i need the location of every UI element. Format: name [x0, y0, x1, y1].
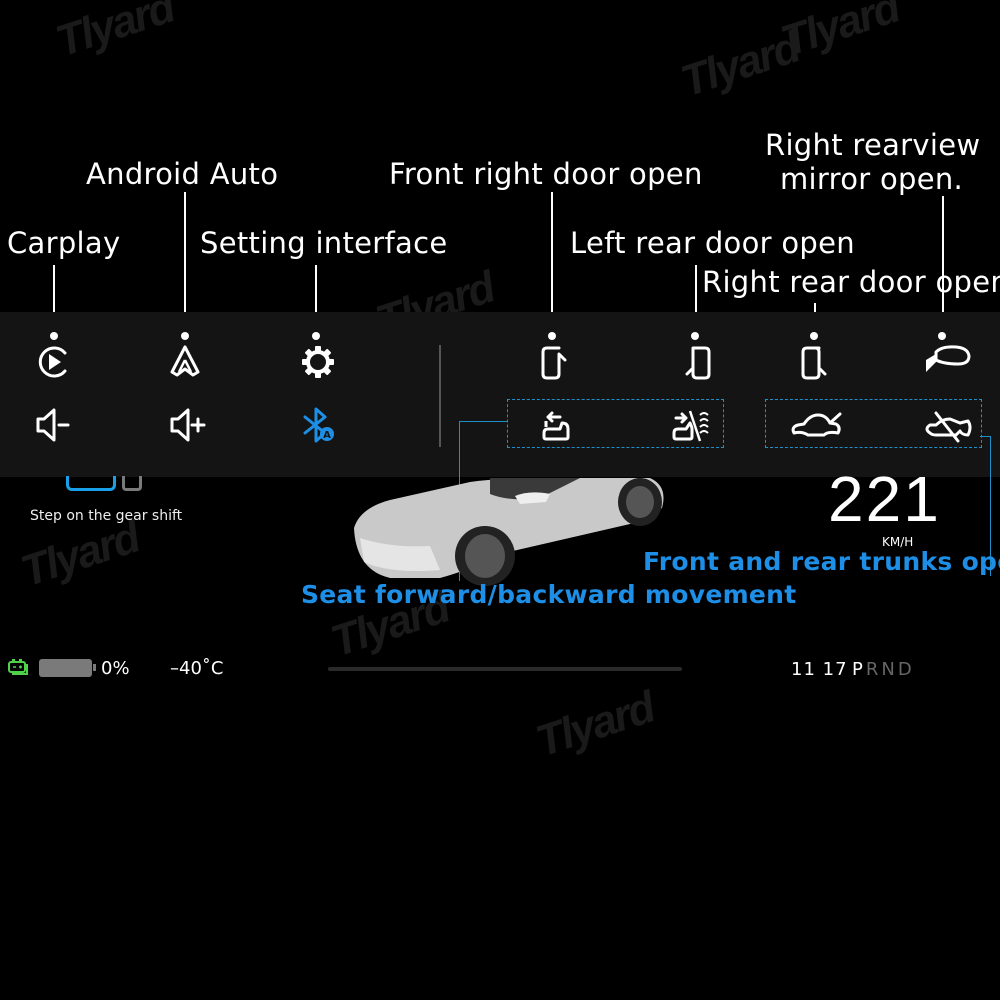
watermark: Tlyard	[775, 0, 905, 67]
gear-d: D	[897, 659, 915, 680]
callout-setting-interface: Setting interface	[200, 226, 448, 260]
leader-dot	[312, 332, 320, 340]
left-rear-door-icon[interactable]	[675, 342, 715, 382]
connector-line	[980, 436, 990, 437]
gear-n: N	[881, 659, 898, 680]
callout-seat-movement: Seat forward/backward movement	[301, 580, 797, 609]
front-trunk-open-icon[interactable]	[788, 405, 844, 445]
watermark: Tlyard	[50, 0, 180, 67]
battery-bar	[39, 659, 92, 677]
seat-backward-icon[interactable]	[538, 405, 578, 445]
right-rear-door-icon[interactable]	[797, 342, 837, 382]
media-progress-bar[interactable]	[328, 667, 682, 671]
watermark: Tlyard	[15, 512, 145, 597]
callout-right-mirror-line2: mirror open.	[780, 162, 964, 196]
bluetooth-auto-icon[interactable]: A	[299, 405, 339, 445]
callout-trunks-open: Front and rear trunks open	[643, 547, 1000, 576]
callout-right-mirror-line1: Right rearview	[765, 128, 981, 162]
battery-percent: 0%	[101, 658, 130, 679]
gear-r: R	[865, 659, 882, 680]
battery-cap	[93, 664, 96, 671]
gear-selector: PRND	[852, 659, 915, 680]
leader-dot	[691, 332, 699, 340]
svg-text:A: A	[323, 430, 331, 441]
control-panel	[0, 312, 1000, 477]
volume-up-icon[interactable]	[168, 405, 208, 445]
callout-left-rear-door: Left rear door open	[570, 226, 855, 260]
leader-dot	[810, 332, 818, 340]
leader-dot	[548, 332, 556, 340]
battery-warning-icon	[8, 658, 30, 676]
clock: 11 17	[791, 659, 848, 680]
gear-hint-text: Step on the gear shift	[30, 508, 183, 524]
connector-line	[459, 421, 507, 422]
carplay-icon[interactable]	[34, 342, 74, 382]
volume-down-icon[interactable]	[34, 405, 74, 445]
gear-pedal-indicator-active	[66, 476, 116, 491]
front-right-door-icon[interactable]	[537, 342, 577, 382]
callout-front-right-door: Front right door open	[389, 157, 703, 191]
temperature: –40˚C	[170, 658, 224, 679]
gear-p: P	[852, 659, 866, 680]
watermark: Tlyard	[530, 682, 660, 767]
right-mirror-icon[interactable]	[922, 340, 974, 380]
android-auto-icon[interactable]	[165, 342, 205, 382]
panel-divider	[439, 345, 441, 447]
settings-gear-icon[interactable]	[298, 342, 338, 382]
callout-carplay: Carplay	[7, 226, 121, 260]
seat-forward-icon[interactable]	[670, 405, 716, 445]
leader-dot	[938, 332, 946, 340]
callout-right-rear-door: Right rear door open	[702, 265, 1000, 299]
gear-pedal-indicator-inactive	[122, 476, 142, 491]
callout-android-auto: Android Auto	[86, 157, 279, 191]
rear-trunk-open-icon[interactable]	[922, 405, 974, 445]
leader-dot	[50, 332, 58, 340]
leader-dot	[181, 332, 189, 340]
speed-value: 221	[828, 463, 941, 535]
